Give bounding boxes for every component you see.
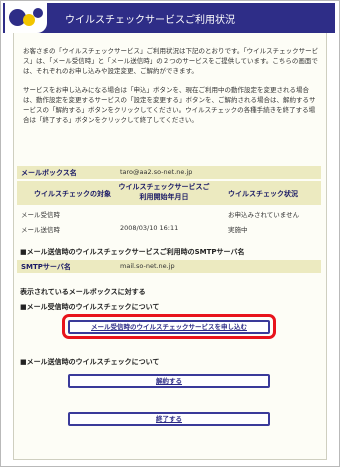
col-header-status: ウイルスチェック状況 [228,190,298,198]
cancel-button[interactable]: 解約する [68,374,270,388]
apply-receive-button[interactable]: メール受信時のウイルスチェックサービスを申し込む [68,320,270,334]
row-2-target: メール送信時 [21,226,60,234]
mailbox-value: taro@aa2.so-net.ne.jp [120,168,193,176]
page-title: ウイルスチェックサービスご利用状況 [65,15,235,26]
smtp-value: mail.so-net.ne.jp [120,262,175,270]
finish-button-label: 終了する [156,415,182,423]
intro-text: お客さまの「ウイルスチェックサービス」ご利用状況は下記のとおりです。「ウイルスチ… [23,46,319,134]
apply-receive-button-label: メール受信時のウイルスチェックサービスを申し込む [91,323,247,331]
smtp-section-title: ■メール送信時のウイルスチェックサービスご利用時のSMTPサーバ名 [20,248,245,256]
row-1-target: メール受信時 [21,211,60,219]
mailbox-label: メールボックス名 [21,169,77,177]
col-header-target: ウイルスチェックの対象 [34,190,111,198]
row-1-status: お申込みされていません [228,211,300,219]
intro-paragraph-1: お客さまの「ウイルスチェックサービス」ご利用状況は下記のとおりです。「ウイルスチ… [23,47,319,75]
actions-intro: 表示されているメールボックスに対する [20,288,146,296]
finish-button[interactable]: 終了する [68,412,270,426]
row-2-date: 2008/03/10 16:11 [120,224,179,232]
header-bar: ウイルスチェックサービスご利用状況 [3,3,335,33]
receive-section-title: ■メール受信時のウイルスチェックについて [20,303,160,311]
send-section-title: ■メール送信時のウイルスチェックについて [20,358,160,366]
row-2-status: 実施中 [228,226,248,234]
smtp-label: SMTPサーバ名 [21,263,71,271]
cancel-button-label: 解約する [156,377,182,385]
col-header-start-date: ウイルスチェックサービスご利用開始年月日 [118,183,210,201]
intro-paragraph-2: サービスをお申し込みになる場合は「申込」ボタンを、現在ご利用中の動作設定を変更さ… [23,86,316,124]
so-net-logo [5,3,47,33]
